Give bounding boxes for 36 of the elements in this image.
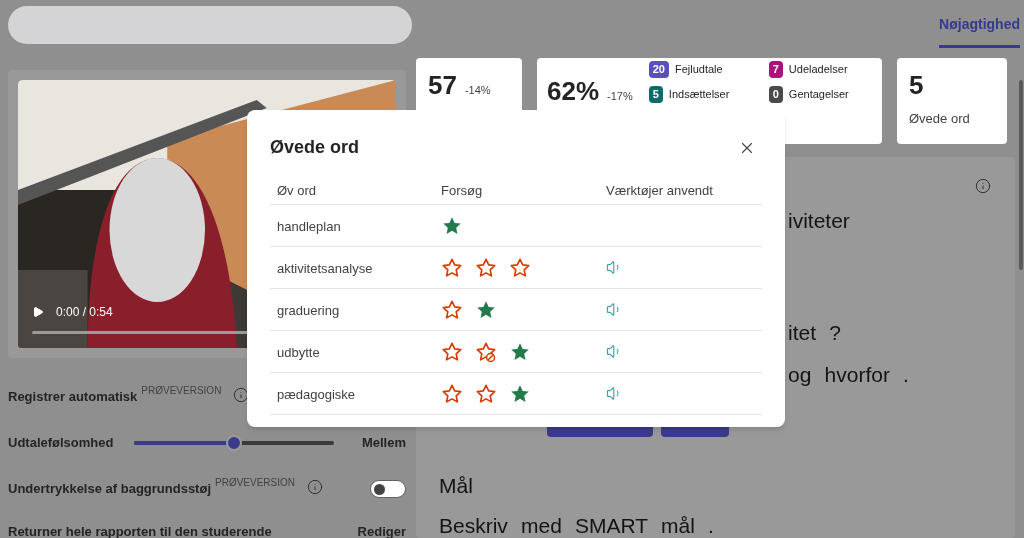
word-cell: graduering [277, 302, 340, 318]
preview-label: PRØVEVERSION [141, 384, 222, 399]
column-header: Værktøjer anvendt [606, 182, 713, 198]
word-cell: aktivitetsanalyse [277, 260, 373, 276]
count-badge: 7 [768, 61, 783, 78]
setting-label: Udtalefølsomhed [8, 434, 114, 453]
stat-label: Øvede ord [909, 110, 971, 128]
setting-label: Registrer automatisk [8, 388, 138, 407]
count-badge: 20 [648, 61, 669, 78]
slider-value: Mellem [361, 434, 406, 453]
word-cell: pædagogiske [277, 386, 356, 402]
video-time: 0:00 / 0:54 [56, 304, 113, 321]
stat-value: 57 [428, 69, 457, 102]
word-cell: handleplan [277, 218, 341, 234]
column-header: Øv ord [277, 182, 316, 198]
paragraph-text: iviteter [788, 208, 850, 233]
stat-change: -14% [464, 83, 491, 98]
count-badge: 0 [768, 86, 783, 103]
legend-label: Udeladelser [788, 62, 848, 78]
column-header: Forsøg [441, 182, 483, 198]
setting-label: Undertrykkelse af baggrundsstøj [8, 480, 211, 499]
tab[interactable]: Nøjagtighed [939, 14, 1020, 48]
stat-value: 5 [909, 69, 924, 102]
paragraph-text: og hvorfor . [788, 362, 909, 387]
section-heading: Mål [439, 473, 473, 498]
count-badge: 5 [648, 86, 663, 103]
paragraph-text: Beskriv med SMART mål . [439, 513, 714, 538]
stat-value: 62% [547, 75, 600, 108]
legend-label: Indsættelser [668, 87, 730, 103]
paragraph-text: itet ? [788, 320, 841, 345]
stat-change: -17% [607, 89, 633, 104]
preview-label: PRØVEVERSION [215, 476, 296, 491]
legend-label: Fejludtale [675, 62, 723, 78]
word-cell: udbytte [277, 344, 320, 360]
dialog-title: Øvede ord [270, 136, 360, 159]
legend-label: Gentagelser [788, 87, 849, 103]
